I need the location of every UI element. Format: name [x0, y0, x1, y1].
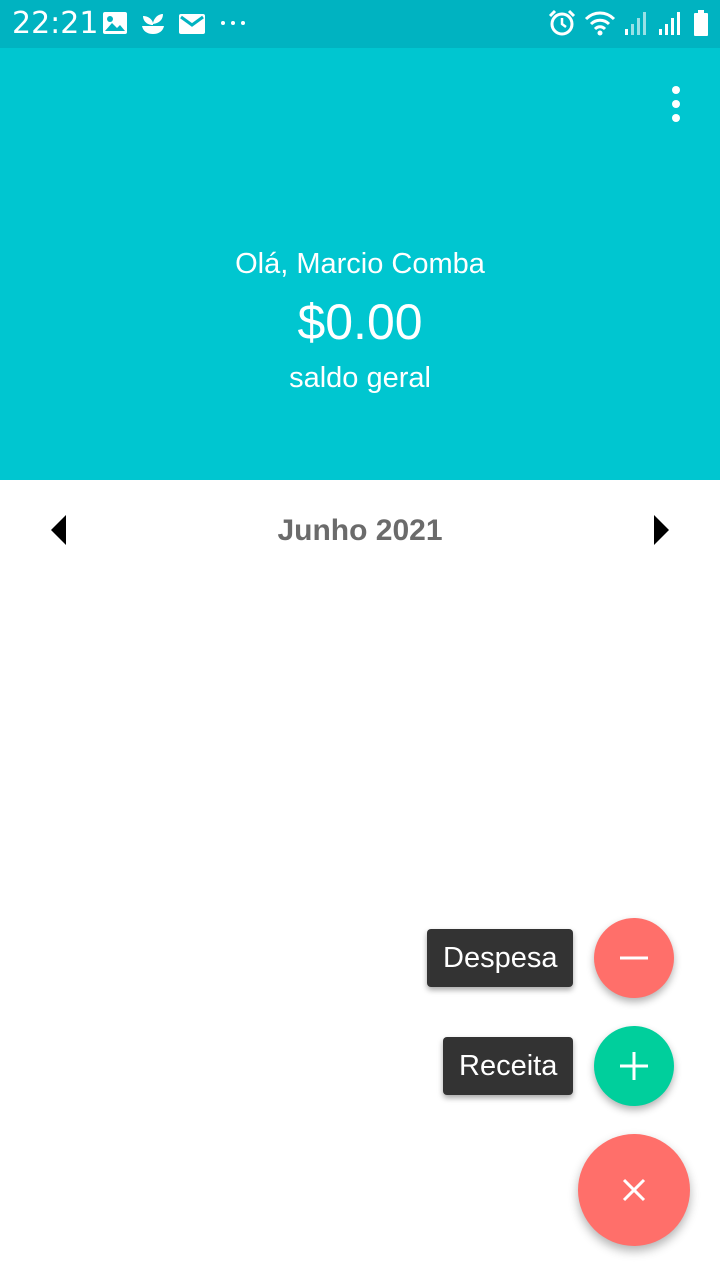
expense-label[interactable]: Despesa — [427, 929, 574, 987]
sprout-icon — [140, 11, 166, 40]
arrow-right-icon — [654, 515, 669, 545]
more-vert-icon — [672, 114, 680, 122]
alarm-icon — [548, 9, 576, 42]
month-navigator: Junho 2021 — [0, 480, 720, 580]
more-vert-icon — [672, 86, 680, 94]
current-month-label: Junho 2021 — [277, 514, 443, 547]
status-bar: 22:21 — [0, 0, 720, 48]
mail-icon — [178, 11, 206, 40]
balance-label: saldo geral — [289, 362, 431, 394]
status-time: 22:21 — [12, 6, 99, 41]
minus-icon — [620, 956, 648, 960]
greeting-text: Olá, Marcio Comba — [235, 248, 485, 280]
income-label[interactable]: Receita — [443, 1037, 574, 1095]
signal-icon — [624, 9, 650, 42]
signal-icon — [658, 9, 684, 42]
more-vert-icon — [672, 100, 680, 108]
next-month-button[interactable] — [646, 514, 676, 546]
image-icon — [102, 11, 128, 40]
battery-icon — [692, 9, 710, 42]
close-icon — [622, 1178, 646, 1202]
add-expense-button[interactable] — [594, 918, 674, 998]
balance-amount: $0.00 — [297, 294, 423, 350]
balance-header: Olá, Marcio Comba $0.00 saldo geral — [0, 48, 720, 480]
add-income-button[interactable] — [594, 1026, 674, 1106]
close-fab-button[interactable] — [578, 1134, 690, 1246]
wifi-icon — [584, 9, 616, 42]
notification-icons — [102, 11, 248, 40]
system-icons — [548, 9, 710, 42]
more-dots-icon — [218, 11, 248, 40]
more-options-button[interactable] — [658, 84, 694, 124]
plus-icon — [620, 1052, 648, 1080]
